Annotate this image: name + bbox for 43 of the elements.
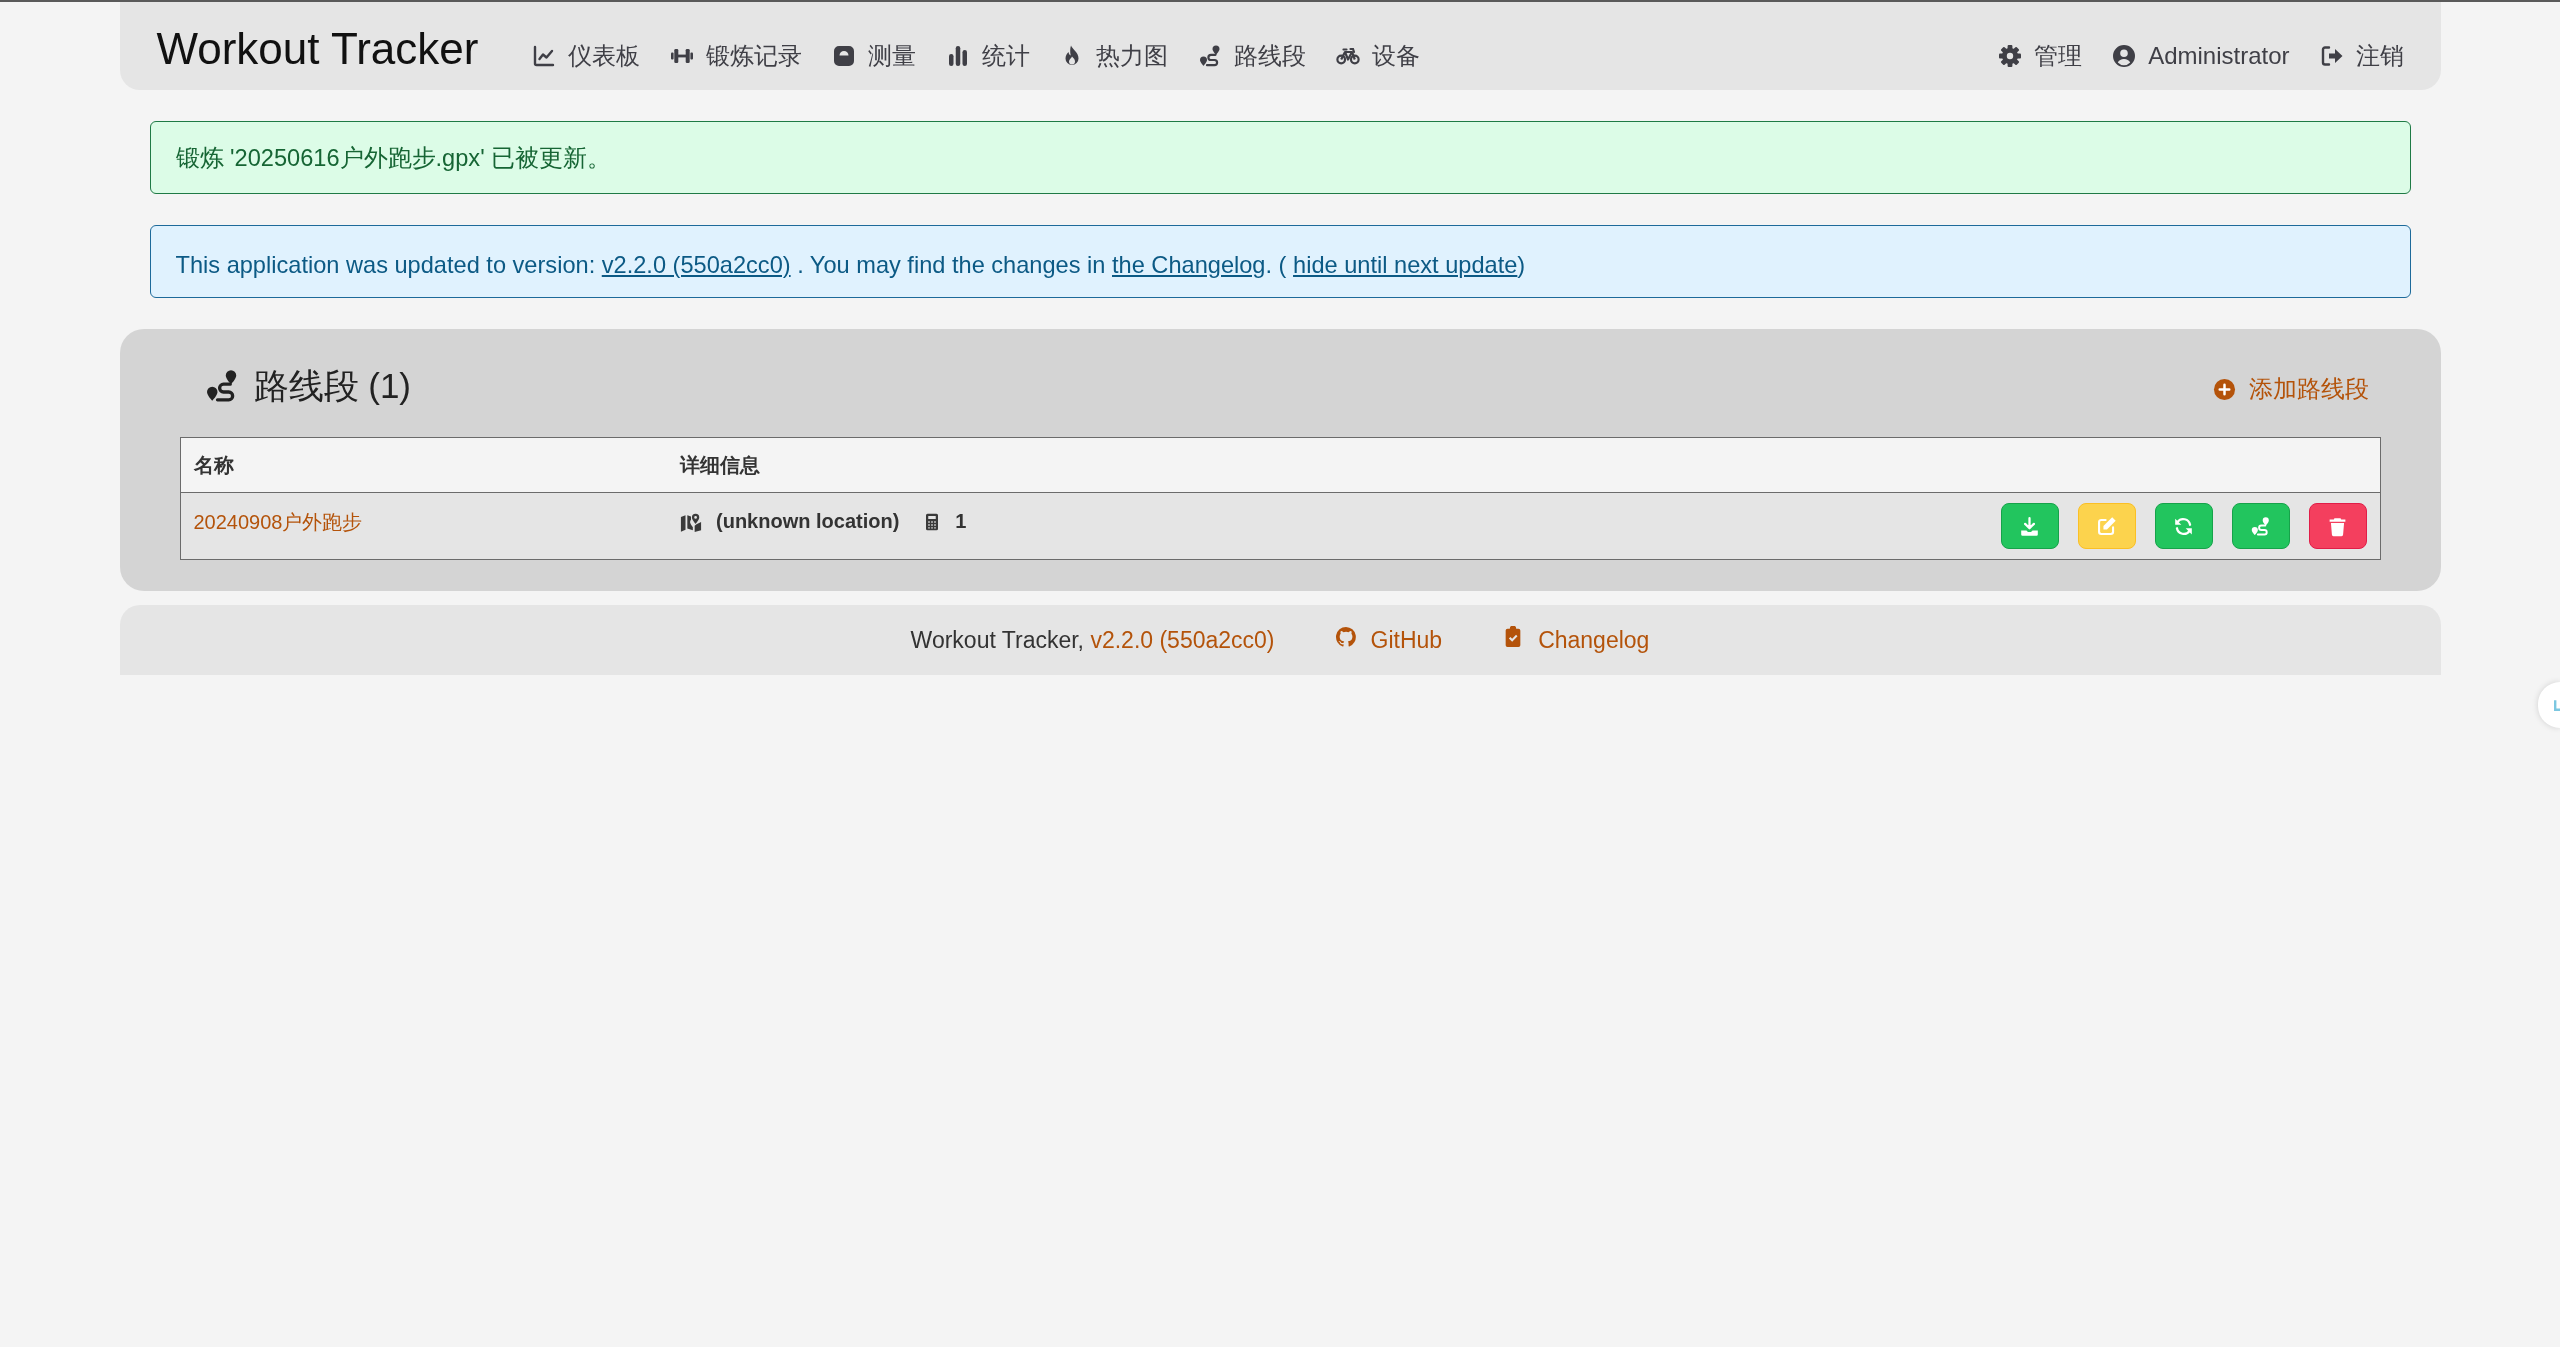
nav-link[interactable]: 注销 [2304,39,2419,72]
delete-button[interactable] [2308,503,2367,549]
refresh-icon [2173,515,2194,537]
alert-link[interactable]: hide until next update [1293,251,1518,278]
nav-link[interactable]: 锻炼记录 [655,39,818,72]
location-text: (unknown location) [716,510,900,533]
alert-message: 锻炼 '20250616户外跑步.gpx' 已被更新。 [175,143,612,173]
chart-line-icon [532,43,557,68]
column-header: 名称 [193,453,234,476]
page-title: 路线段 (1) [253,364,411,407]
nav-link[interactable]: 设备 [1321,39,1436,72]
nav-link[interactable]: 管理 [1983,39,2098,72]
download-icon [2019,515,2040,537]
logout-icon [2319,43,2344,68]
route-icon [2250,515,2271,537]
edit-button[interactable] [2077,503,2136,549]
plus-circle-icon [2212,377,2236,401]
nav-link[interactable]: 热力图 [1045,39,1184,72]
floating-widget-icon[interactable] [2538,682,2560,728]
trash-icon [2327,515,2348,537]
nav-link[interactable]: 仪表板 [517,39,656,72]
count-text: 1 [955,510,967,533]
settings-icon [1998,43,2023,68]
version-link[interactable]: v2.2.0 (550a2cc0) [1090,626,1275,653]
alert-link[interactable]: v2.2.0 (550a2cc0) [601,251,791,278]
nav-link[interactable]: 统计 [931,39,1046,72]
github-icon [1334,626,1357,648]
footer-link[interactable]: Changelog [1502,626,1650,654]
refresh-button[interactable] [2154,503,2213,549]
route-button[interactable] [2231,503,2290,549]
edit-icon [2096,515,2117,537]
nav-link[interactable]: 测量 [817,39,932,72]
scale-icon [832,43,857,68]
column-header: 详细信息 [680,453,760,476]
download-button[interactable] [2000,503,2059,549]
alert-link[interactable]: the Changelog [1112,251,1266,278]
footer-link[interactable]: GitHub [1334,626,1443,654]
alert-message: This application was updated to version: v2.2.0 (550a2cc0) . You may find the changes in the Changelog. ( hide until next update) [175,251,1526,279]
segment-link[interactable]: 20240908户外跑步 [193,511,363,533]
nav-link[interactable]: 路线段 [1183,39,1322,72]
nav-link[interactable]: Administrator [2097,41,2305,70]
footer-text: Workout Tracker, v2.2.0 (550a2cc0) [910,626,1275,654]
brand-link[interactable]: Workout Tracker [156,24,479,74]
